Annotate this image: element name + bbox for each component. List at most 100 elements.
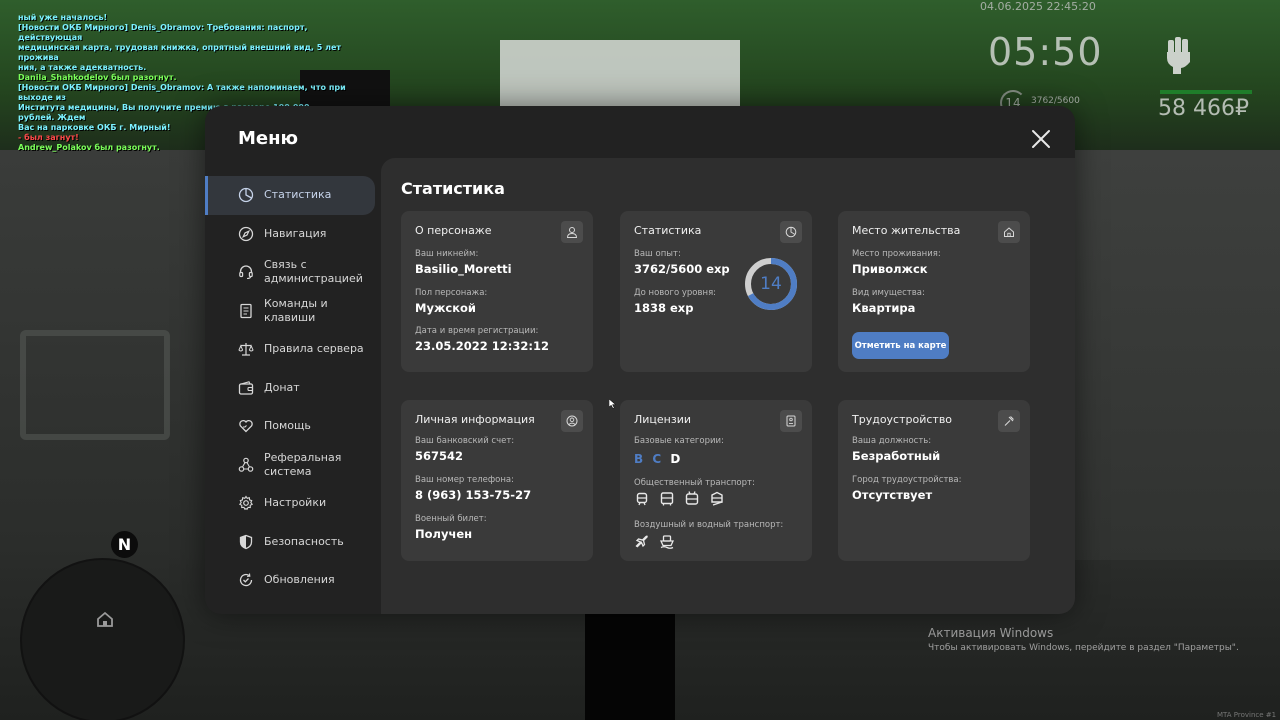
field-label: Ваш номер телефона: xyxy=(415,475,514,485)
card-title: О персонаже xyxy=(415,224,492,237)
nickname-value: Basilio_Moretti xyxy=(415,262,512,276)
air-water-transport-icons xyxy=(634,533,675,549)
card-icon-button[interactable] xyxy=(561,410,583,432)
hud-datetime: 04.06.2025 22:45:20 xyxy=(980,0,1096,13)
sidebar-item-rules[interactable]: Правила сервера xyxy=(205,330,381,369)
bank-field: Ваш банковский счет: 567542 xyxy=(415,436,514,463)
ship-icon xyxy=(659,535,675,549)
gender-field: Пол персонажа: Мужской xyxy=(415,288,487,315)
card-icon-button[interactable] xyxy=(780,410,802,432)
exp-field: Ваш опыт: 3762/5600 exp xyxy=(634,249,730,276)
card-icon-button[interactable] xyxy=(780,221,802,243)
waiting-chair xyxy=(20,330,170,440)
employment-city-value: Отсутствует xyxy=(852,488,933,502)
hud-health-bar xyxy=(1160,90,1252,94)
wallet-icon xyxy=(238,380,254,395)
field-label: Воздушный и водный транспорт: xyxy=(634,520,784,530)
card-personal: Личная информация Ваш банковский счет: 5… xyxy=(401,400,593,561)
minimap xyxy=(20,558,185,720)
field-label: До нового уровня: xyxy=(634,288,717,298)
sidebar-item-statistics[interactable]: Статистика xyxy=(205,176,375,215)
military-value: Получен xyxy=(415,527,473,541)
sidebar-item-contact-admin[interactable]: Связь с администрацией xyxy=(205,253,381,292)
nickname-field: Ваш никнейм: Basilio_Moretti xyxy=(415,249,512,276)
pie-chart-icon xyxy=(238,188,254,203)
sidebar-item-donate[interactable]: Донат xyxy=(205,369,381,408)
field-label: Ваш опыт: xyxy=(634,249,681,259)
field-label: Ваш никнейм: xyxy=(415,249,479,259)
headset-icon xyxy=(239,265,253,280)
next-level-value: 1838 exp xyxy=(634,301,694,315)
sidebar-item-label: Помощь xyxy=(264,419,311,433)
fist-icon xyxy=(1167,37,1190,74)
sidebar-item-help[interactable]: Помощь xyxy=(205,407,381,446)
card-icon-button[interactable] xyxy=(998,410,1020,432)
menu-title: Меню xyxy=(238,128,299,149)
field-label: Вид имущества: xyxy=(852,288,925,298)
card-title: Место жительства xyxy=(852,224,961,237)
card-title: Лицензии xyxy=(634,413,692,426)
gear-icon xyxy=(238,495,254,511)
license-category-d: D xyxy=(670,452,681,466)
air-water-transport-field: Воздушный и водный транспорт: xyxy=(634,520,783,530)
content-title: Статистика xyxy=(401,179,505,198)
id-card-icon xyxy=(786,415,796,427)
position-value: Безработный xyxy=(852,449,941,463)
sidebar-item-label: Связь с администрацией xyxy=(264,258,363,286)
player-figure xyxy=(585,612,675,720)
license-categories: B C D xyxy=(634,452,685,466)
sidebar-item-updates[interactable]: Обновления xyxy=(205,561,381,600)
field-label: Ваша должность: xyxy=(852,436,932,446)
sidebar-item-referral[interactable]: Реферальная система xyxy=(205,446,381,485)
registration-value: 23.05.2022 12:32:12 xyxy=(415,339,549,353)
property-value: Квартира xyxy=(852,301,916,315)
level-number: 14 xyxy=(760,274,782,294)
sidebar-item-label: Статистика xyxy=(264,188,332,202)
place-field: Место проживания: Приволжск xyxy=(852,249,941,276)
next-level-field: До нового уровня: 1838 exp xyxy=(634,288,716,315)
registration-field: Дата и время регистрации: 23.05.2022 12:… xyxy=(415,326,549,353)
server-tag: MTA Province #1 xyxy=(1217,711,1277,719)
position-field: Ваша должность: Безработный xyxy=(852,436,940,463)
airplane-icon xyxy=(635,535,648,548)
sidebar-item-navigation[interactable]: Навигация xyxy=(205,215,381,254)
gender-value: Мужской xyxy=(415,301,476,315)
sidebar-item-security[interactable]: Безопасность xyxy=(205,523,381,562)
mark-on-map-button[interactable]: Отметить на карте xyxy=(852,332,949,359)
window-panel xyxy=(500,40,740,110)
card-title: Статистика xyxy=(634,224,702,237)
windows-activation-title: Активация Windows xyxy=(928,626,1054,640)
card-icon-button[interactable] xyxy=(998,221,1020,243)
card-title: Трудоустройство xyxy=(852,413,953,426)
menu-sidebar: Статистика Навигация Связь с администрац… xyxy=(205,176,381,600)
chat-line: ния, а также адекватность. xyxy=(18,63,147,72)
sidebar-item-label: Команды и клавиши xyxy=(264,296,328,324)
field-label: Военный билет: xyxy=(415,514,487,524)
compass-icon xyxy=(238,226,254,241)
card-licenses: Лицензии Базовые категории: B C D Общест… xyxy=(620,400,812,561)
hud-money: 58 466₽ xyxy=(1158,96,1249,121)
hud-clock: 05:50 xyxy=(988,30,1103,74)
field-label: Дата и время регистрации: xyxy=(415,326,539,336)
license-category-b: B xyxy=(634,452,644,466)
card-employment: Трудоустройство Ваша должность: Безработ… xyxy=(838,400,1030,561)
tram-icon xyxy=(636,492,648,506)
user-icon xyxy=(566,227,578,238)
field-label: Базовые категории: xyxy=(634,436,724,446)
public-transport-field: Общественный транспорт: xyxy=(634,478,755,488)
hammer-icon xyxy=(1004,416,1014,426)
mouse-cursor xyxy=(609,399,617,409)
sidebar-item-settings[interactable]: Настройки xyxy=(205,484,381,523)
scales-icon xyxy=(238,343,254,356)
card-character: О персонаже Ваш никнейм: Basilio_Moretti… xyxy=(401,211,593,372)
sidebar-item-label: Реферальная система xyxy=(264,450,342,478)
military-field: Военный билет: Получен xyxy=(415,514,487,541)
bank-value: 567542 xyxy=(415,449,464,463)
card-icon-button[interactable] xyxy=(561,221,583,243)
windows-activation-hint: Чтобы активировать Windows, перейдите в … xyxy=(928,643,1239,653)
card-title: Личная информация xyxy=(415,413,535,426)
sidebar-item-commands[interactable]: Команды и клавиши xyxy=(205,292,381,331)
sidebar-item-label: Навигация xyxy=(264,226,327,240)
chat-line: [Новости ОКБ Мирного] Denis_Obramov: А т… xyxy=(18,83,346,102)
close-icon[interactable] xyxy=(1030,128,1052,150)
